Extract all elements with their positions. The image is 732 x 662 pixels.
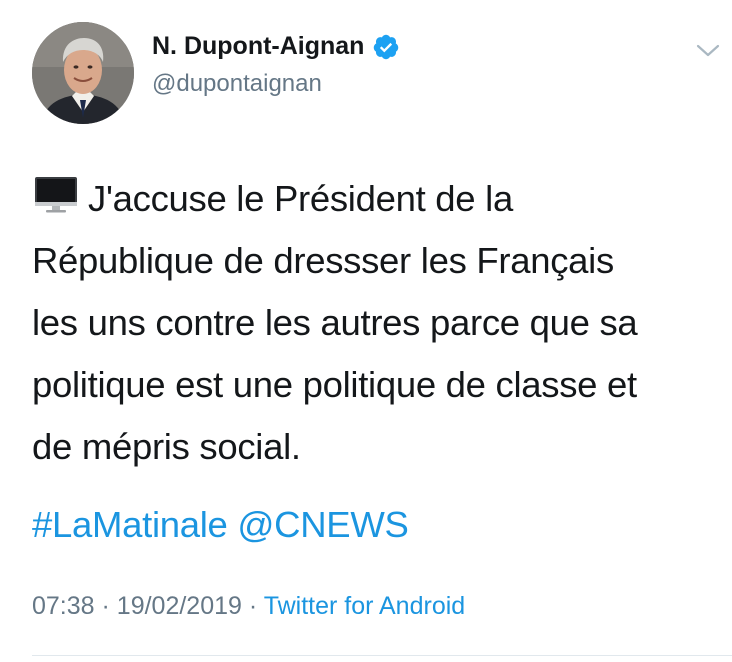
divider [32,655,732,656]
user-handle[interactable]: @dupontaignan [152,70,322,98]
tweet-text-line-5: de mépris social. [32,426,301,467]
tweet-text-line-2: République de dressser les Français [32,240,614,281]
tweet-time[interactable]: 07:38 [32,592,95,620]
meta-separator: · [248,592,258,620]
chevron-down-icon[interactable] [694,40,722,60]
hashtag-link[interactable]: #LaMatinale [32,504,228,545]
tweet-meta: 07:38 · 19/02/2019 · Twitter for Android [32,592,465,621]
display-name[interactable]: N. Dupont-Aignan [152,32,364,61]
tweet-date[interactable]: 19/02/2019 [117,592,242,620]
tweet-text-line-1: J'accuse le Président de la [88,178,513,219]
meta-separator: · [101,592,110,620]
avatar-image [32,22,134,124]
author-row: N. Dupont-Aignan [152,32,400,61]
tweet-source-link[interactable]: Twitter for Android [264,592,465,620]
avatar[interactable] [32,22,134,124]
tweet-text-line-3: les uns contre les autres parce que sa [32,302,638,343]
tweet-text-line: J'accuse le Président de la [32,168,722,230]
mention-link[interactable]: @CNEWS [237,504,408,545]
tweet-card: N. Dupont-Aignan @dupontaignan J'accuse … [0,0,732,662]
verified-badge-icon [374,34,399,59]
tweet-text: J'accuse le Président de la République d… [32,168,722,478]
tweet-text-line-4: politique est une politique de classe et [32,364,637,405]
tweet-links: #LaMatinale @CNEWS [32,494,409,556]
desktop-computer-icon [35,177,77,213]
